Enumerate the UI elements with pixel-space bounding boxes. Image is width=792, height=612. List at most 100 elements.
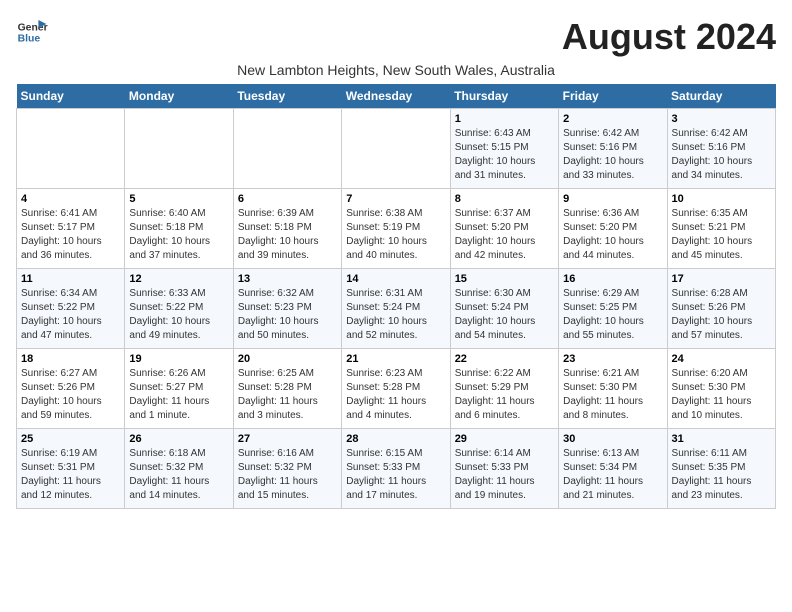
- day-info: Sunrise: 6:22 AM Sunset: 5:29 PM Dayligh…: [455, 367, 554, 423]
- day-number: 30: [563, 433, 662, 445]
- calendar-cell: 1 Sunrise: 6:43 AM Sunset: 5:15 PM Daylig…: [450, 109, 558, 189]
- day-info: Sunrise: 6:18 AM Sunset: 5:32 PM Dayligh…: [129, 447, 228, 503]
- calendar-cell: 20 Sunrise: 6:25 AM Sunset: 5:28 PM Dayli…: [233, 349, 341, 429]
- day-number: 1: [455, 113, 554, 125]
- location: New Lambton Heights, New South Wales, Au…: [16, 62, 776, 78]
- day-number: 12: [129, 273, 228, 285]
- calendar-header: SundayMondayTuesdayWednesdayThursdayFrid…: [17, 84, 776, 109]
- calendar-cell: 27 Sunrise: 6:16 AM Sunset: 5:32 PM Dayli…: [233, 429, 341, 509]
- day-number: 8: [455, 193, 554, 205]
- day-info: Sunrise: 6:36 AM Sunset: 5:20 PM Dayligh…: [563, 207, 662, 263]
- day-info: Sunrise: 6:27 AM Sunset: 5:26 PM Dayligh…: [21, 367, 120, 423]
- day-info: Sunrise: 6:42 AM Sunset: 5:16 PM Dayligh…: [563, 127, 662, 183]
- week-row-1: 1 Sunrise: 6:43 AM Sunset: 5:15 PM Daylig…: [17, 109, 776, 189]
- day-info: Sunrise: 6:39 AM Sunset: 5:18 PM Dayligh…: [238, 207, 337, 263]
- day-number: 11: [21, 273, 120, 285]
- day-info: Sunrise: 6:30 AM Sunset: 5:24 PM Dayligh…: [455, 287, 554, 343]
- day-info: Sunrise: 6:20 AM Sunset: 5:30 PM Dayligh…: [672, 367, 771, 423]
- day-header-tuesday: Tuesday: [233, 84, 341, 109]
- day-number: 25: [21, 433, 120, 445]
- day-number: 21: [346, 353, 445, 365]
- day-info: Sunrise: 6:35 AM Sunset: 5:21 PM Dayligh…: [672, 207, 771, 263]
- day-number: 15: [455, 273, 554, 285]
- day-number: 5: [129, 193, 228, 205]
- svg-text:Blue: Blue: [18, 34, 41, 45]
- calendar-cell: 19 Sunrise: 6:26 AM Sunset: 5:27 PM Dayli…: [125, 349, 233, 429]
- day-info: Sunrise: 6:16 AM Sunset: 5:32 PM Dayligh…: [238, 447, 337, 503]
- calendar-cell: 26 Sunrise: 6:18 AM Sunset: 5:32 PM Dayli…: [125, 429, 233, 509]
- day-header-friday: Friday: [559, 84, 667, 109]
- calendar-cell: 29 Sunrise: 6:14 AM Sunset: 5:33 PM Dayli…: [450, 429, 558, 509]
- calendar-cell: [125, 109, 233, 189]
- week-row-3: 11 Sunrise: 6:34 AM Sunset: 5:22 PM Dayli…: [17, 269, 776, 349]
- day-number: 14: [346, 273, 445, 285]
- calendar-cell: 25Sunrise: 6:19 AM Sunset: 5:31 PM Dayli…: [17, 429, 125, 509]
- calendar-cell: 2 Sunrise: 6:42 AM Sunset: 5:16 PM Daylig…: [559, 109, 667, 189]
- day-info: Sunrise: 6:25 AM Sunset: 5:28 PM Dayligh…: [238, 367, 337, 423]
- day-info: Sunrise: 6:43 AM Sunset: 5:15 PM Dayligh…: [455, 127, 554, 183]
- day-number: 31: [672, 433, 771, 445]
- header: General Blue August 2024: [16, 16, 776, 58]
- calendar-cell: 28 Sunrise: 6:15 AM Sunset: 5:33 PM Dayli…: [342, 429, 450, 509]
- day-header-wednesday: Wednesday: [342, 84, 450, 109]
- day-number: 20: [238, 353, 337, 365]
- day-info: Sunrise: 6:34 AM Sunset: 5:22 PM Dayligh…: [21, 287, 120, 343]
- day-number: 22: [455, 353, 554, 365]
- day-info: Sunrise: 6:14 AM Sunset: 5:33 PM Dayligh…: [455, 447, 554, 503]
- day-number: 6: [238, 193, 337, 205]
- calendar-cell: 21 Sunrise: 6:23 AM Sunset: 5:28 PM Dayli…: [342, 349, 450, 429]
- day-info: Sunrise: 6:11 AM Sunset: 5:35 PM Dayligh…: [672, 447, 771, 503]
- calendar-cell: 31 Sunrise: 6:11 AM Sunset: 5:35 PM Dayli…: [667, 429, 775, 509]
- calendar-cell: 16Sunrise: 6:29 AM Sunset: 5:25 PM Dayli…: [559, 269, 667, 349]
- day-number: 19: [129, 353, 228, 365]
- day-number: 4: [21, 193, 120, 205]
- calendar-cell: [17, 109, 125, 189]
- day-number: 9: [563, 193, 662, 205]
- calendar-cell: [342, 109, 450, 189]
- calendar-table: SundayMondayTuesdayWednesdayThursdayFrid…: [16, 84, 776, 509]
- week-row-4: 18 Sunrise: 6:27 AM Sunset: 5:26 PM Dayli…: [17, 349, 776, 429]
- calendar-cell: 7 Sunrise: 6:38 AM Sunset: 5:19 PM Daylig…: [342, 189, 450, 269]
- day-info: Sunrise: 6:42 AM Sunset: 5:16 PM Dayligh…: [672, 127, 771, 183]
- calendar-cell: 9 Sunrise: 6:36 AM Sunset: 5:20 PM Daylig…: [559, 189, 667, 269]
- calendar-cell: 22 Sunrise: 6:22 AM Sunset: 5:29 PM Dayli…: [450, 349, 558, 429]
- calendar-cell: 11 Sunrise: 6:34 AM Sunset: 5:22 PM Dayli…: [17, 269, 125, 349]
- day-info: Sunrise: 6:33 AM Sunset: 5:22 PM Dayligh…: [129, 287, 228, 343]
- calendar-cell: 5Sunrise: 6:40 AM Sunset: 5:18 PM Daylig…: [125, 189, 233, 269]
- calendar-cell: 24Sunrise: 6:20 AM Sunset: 5:30 PM Dayli…: [667, 349, 775, 429]
- calendar-cell: 15 Sunrise: 6:30 AM Sunset: 5:24 PM Dayli…: [450, 269, 558, 349]
- month-title: August 2024: [562, 16, 776, 58]
- day-number: 27: [238, 433, 337, 445]
- week-row-5: 25Sunrise: 6:19 AM Sunset: 5:31 PM Dayli…: [17, 429, 776, 509]
- calendar-cell: 18 Sunrise: 6:27 AM Sunset: 5:26 PM Dayli…: [17, 349, 125, 429]
- day-number: 7: [346, 193, 445, 205]
- logo-icon: General Blue: [16, 16, 48, 48]
- day-info: Sunrise: 6:37 AM Sunset: 5:20 PM Dayligh…: [455, 207, 554, 263]
- day-info: Sunrise: 6:26 AM Sunset: 5:27 PM Dayligh…: [129, 367, 228, 423]
- day-number: 28: [346, 433, 445, 445]
- day-info: Sunrise: 6:13 AM Sunset: 5:34 PM Dayligh…: [563, 447, 662, 503]
- calendar-cell: 13Sunrise: 6:32 AM Sunset: 5:23 PM Dayli…: [233, 269, 341, 349]
- day-header-sunday: Sunday: [17, 84, 125, 109]
- logo: General Blue: [16, 16, 48, 48]
- day-info: Sunrise: 6:21 AM Sunset: 5:30 PM Dayligh…: [563, 367, 662, 423]
- day-number: 3: [672, 113, 771, 125]
- calendar-cell: 17Sunrise: 6:28 AM Sunset: 5:26 PM Dayli…: [667, 269, 775, 349]
- day-number: 2: [563, 113, 662, 125]
- calendar-cell: [233, 109, 341, 189]
- day-number: 18: [21, 353, 120, 365]
- day-header-monday: Monday: [125, 84, 233, 109]
- day-info: Sunrise: 6:41 AM Sunset: 5:17 PM Dayligh…: [21, 207, 120, 263]
- day-info: Sunrise: 6:29 AM Sunset: 5:25 PM Dayligh…: [563, 287, 662, 343]
- calendar-cell: 12 Sunrise: 6:33 AM Sunset: 5:22 PM Dayli…: [125, 269, 233, 349]
- day-info: Sunrise: 6:38 AM Sunset: 5:19 PM Dayligh…: [346, 207, 445, 263]
- calendar-cell: 23 Sunrise: 6:21 AM Sunset: 5:30 PM Dayli…: [559, 349, 667, 429]
- day-number: 26: [129, 433, 228, 445]
- week-row-2: 4 Sunrise: 6:41 AM Sunset: 5:17 PM Daylig…: [17, 189, 776, 269]
- calendar-cell: 8 Sunrise: 6:37 AM Sunset: 5:20 PM Daylig…: [450, 189, 558, 269]
- day-number: 23: [563, 353, 662, 365]
- day-info: Sunrise: 6:23 AM Sunset: 5:28 PM Dayligh…: [346, 367, 445, 423]
- day-number: 17: [672, 273, 771, 285]
- day-info: Sunrise: 6:15 AM Sunset: 5:33 PM Dayligh…: [346, 447, 445, 503]
- day-number: 29: [455, 433, 554, 445]
